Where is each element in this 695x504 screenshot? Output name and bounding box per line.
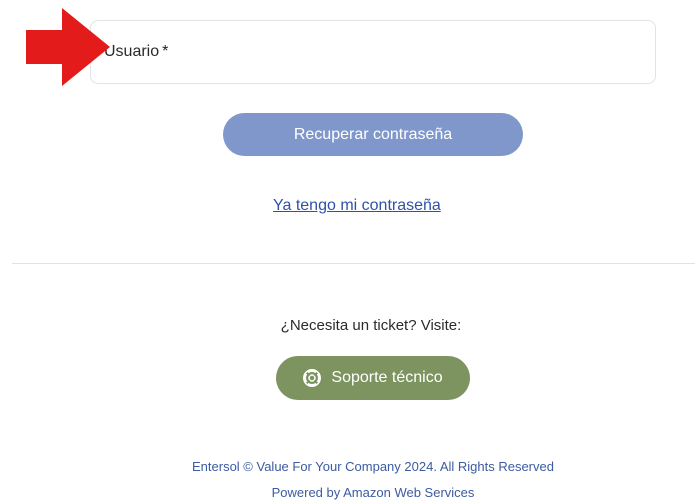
username-label: Usuario * [104,43,168,61]
technical-support-button[interactable]: Soporte técnico [276,356,470,400]
red-arrow-icon [26,8,110,86]
recover-password-button[interactable]: Recuperar contraseña [223,113,523,156]
footer-copyright: Entersol © Value For Your Company 2024. … [192,459,554,474]
divider [12,263,695,264]
page: Usuario * Recuperar contraseña Ya tengo m… [0,0,695,504]
required-marker: * [162,43,169,60]
have-password-link[interactable]: Ya tengo mi contraseña [273,197,441,215]
username-field[interactable]: Usuario * [90,20,656,84]
footer-powered-by: Powered by Amazon Web Services [271,485,475,500]
technical-support-label: Soporte técnico [331,369,443,386]
lifebuoy-icon [303,369,322,387]
ticket-prompt: ¿Necesita un ticket? Visite: [280,317,462,334]
username-label-text: Usuario [104,43,160,60]
